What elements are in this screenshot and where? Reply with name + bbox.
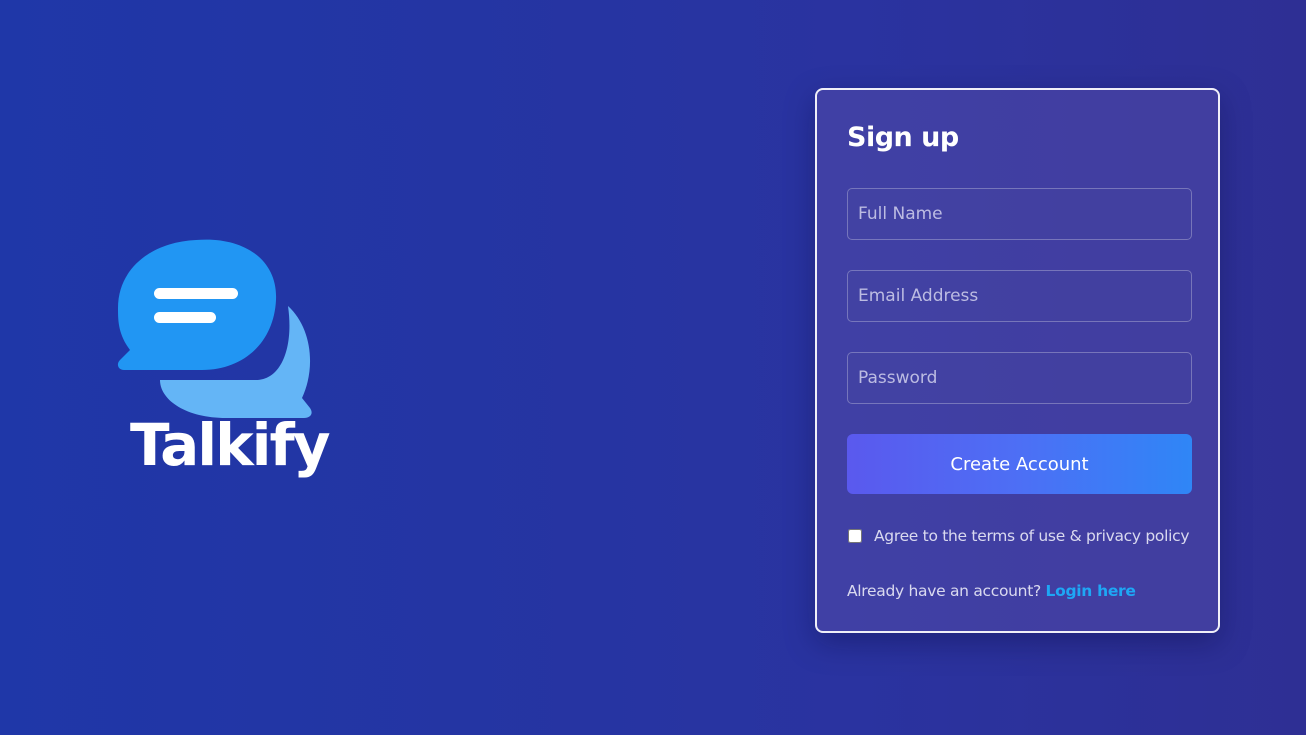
login-link[interactable]: Login here xyxy=(1046,582,1136,600)
brand-name: Talkify xyxy=(130,411,331,479)
full-name-input[interactable] xyxy=(847,188,1192,240)
brand: Talkify xyxy=(116,238,336,498)
front-bubble xyxy=(117,239,277,370)
password-input[interactable] xyxy=(847,352,1192,404)
message-line-1 xyxy=(154,288,238,299)
terms-label: Agree to the terms of use & privacy poli… xyxy=(874,527,1190,545)
login-prompt: Already have an account? xyxy=(847,582,1041,600)
email-input[interactable] xyxy=(847,270,1192,322)
login-prompt-row: Already have an account? Login here xyxy=(847,582,1136,600)
signup-title: Sign up xyxy=(847,122,959,153)
terms-agreement[interactable]: Agree to the terms of use & privacy poli… xyxy=(847,527,1190,545)
create-account-button[interactable]: Create Account xyxy=(847,434,1192,494)
terms-checkbox[interactable] xyxy=(848,529,862,543)
chat-bubbles-icon xyxy=(117,239,312,418)
signup-card: Sign up Create Account Agree to the term… xyxy=(815,88,1220,633)
message-line-2 xyxy=(154,312,216,323)
